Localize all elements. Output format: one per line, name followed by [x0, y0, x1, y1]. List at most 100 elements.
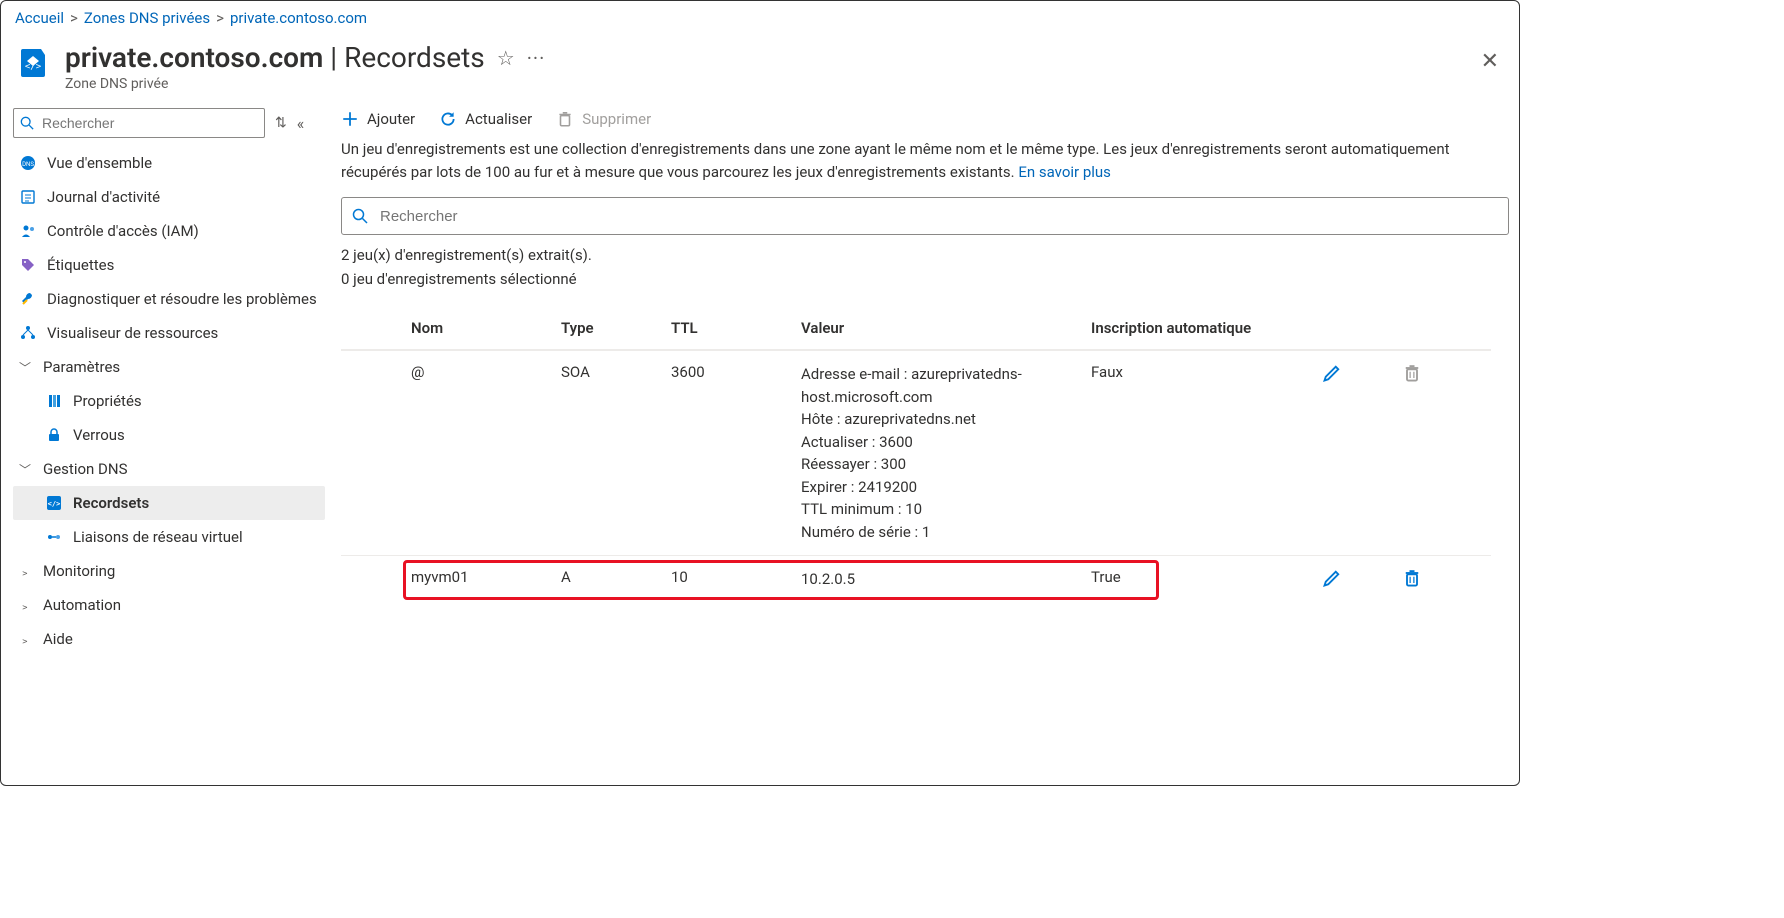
sidebar-item-overview[interactable]: DNS Vue d'ensemble [13, 146, 325, 180]
sidebar-item-activity-log[interactable]: Journal d'activité [13, 180, 325, 214]
records-selected-count: 0 jeu d'enregistrements sélectionné [341, 267, 1509, 291]
svg-text:</>: </> [25, 62, 42, 72]
breadcrumb-item-zones[interactable]: Zones DNS privées [84, 9, 210, 27]
sidebar-group-label: Monitoring [43, 562, 115, 580]
more-menu-icon[interactable]: ··· [527, 46, 546, 70]
add-button-label: Ajouter [367, 110, 415, 128]
people-icon [19, 223, 37, 239]
description-body: Un jeu d'enregistrements est une collect… [341, 140, 1450, 181]
sidebar-item-label: Contrôle d'accès (IAM) [47, 222, 199, 240]
chevron-down-icon: ﹀ [19, 461, 33, 478]
page-subtitle: Zone DNS privée [65, 76, 1505, 92]
sidebar-item-label: Visualiseur de ressources [47, 324, 218, 342]
sidebar-group-help[interactable]: ﹥ Aide [13, 622, 325, 656]
breadcrumb-separator: > [70, 9, 78, 27]
svg-text:DNS: DNS [22, 161, 34, 168]
sidebar-group-label: Paramètres [43, 358, 120, 376]
delete-button: Supprimer [556, 110, 651, 128]
records-search[interactable] [341, 197, 1509, 235]
close-button[interactable]: ✕ [1481, 49, 1499, 74]
sidebar-item-properties[interactable]: Propriétés [13, 384, 325, 418]
sidebar-item-tags[interactable]: Étiquettes [13, 248, 325, 282]
cell-auto: True [1091, 568, 1291, 586]
refresh-icon [439, 110, 457, 128]
cell-name: myvm01 [411, 568, 561, 586]
trash-icon [556, 110, 574, 128]
sidebar-item-iam[interactable]: Contrôle d'accès (IAM) [13, 214, 325, 248]
sidebar-item-recordsets[interactable]: </> Recordsets [13, 486, 325, 520]
sidebar-group-label: Automation [43, 596, 121, 614]
chevron-right-icon: ﹥ [19, 563, 33, 580]
plus-icon [341, 110, 359, 128]
sidebar-item-label: Journal d'activité [47, 188, 160, 206]
table-header-name[interactable]: Nom [411, 319, 561, 337]
learn-more-link[interactable]: En savoir plus [1018, 163, 1111, 181]
cell-name: @ [411, 363, 561, 381]
tag-icon [19, 257, 37, 273]
breadcrumb-item-home[interactable]: Accueil [15, 9, 64, 27]
cell-value: Adresse e-mail : azureprivatedns-host.mi… [801, 363, 1091, 543]
sidebar-item-label: Verrous [73, 426, 125, 444]
cell-type: A [561, 568, 671, 586]
breadcrumb-item-current[interactable]: private.contoso.com [230, 9, 367, 27]
table-header-type[interactable]: Type [561, 319, 671, 337]
chevron-right-icon: ﹥ [19, 597, 33, 614]
favorite-star-icon[interactable]: ☆ [497, 46, 515, 70]
table-row[interactable]: @SOA3600Adresse e-mail : azureprivatedns… [341, 350, 1491, 555]
sidebar-group-automation[interactable]: ﹥ Automation [13, 588, 325, 622]
table-header-ttl[interactable]: TTL [671, 319, 801, 337]
main-content: Ajouter Actualiser Supprimer Un jeu d'en… [333, 102, 1519, 656]
collapse-sidebar-icon[interactable]: « [297, 114, 305, 133]
delete-icon[interactable] [1402, 574, 1422, 592]
sidebar-group-parameters[interactable]: ﹀ Paramètres [13, 350, 325, 384]
sidebar-group-label: Gestion DNS [43, 460, 127, 478]
expand-collapse-icon[interactable]: ⇅ [275, 115, 287, 131]
page-title-separator: | [323, 41, 344, 74]
table-header-auto[interactable]: Inscription automatique [1091, 319, 1291, 337]
edit-icon[interactable] [1322, 574, 1342, 592]
table-row[interactable]: myvm01A1010.2.0.5True [341, 555, 1491, 604]
sidebar-item-label: Propriétés [73, 392, 142, 410]
records-search-input[interactable] [378, 207, 1498, 226]
cell-ttl: 3600 [671, 363, 801, 381]
sidebar-item-resource-visualizer[interactable]: Visualiseur de ressources [13, 316, 325, 350]
table-header-value[interactable]: Valeur [801, 319, 1091, 337]
wrench-icon [19, 291, 37, 307]
sidebar-item-label: Recordsets [73, 494, 149, 512]
breadcrumb-separator: > [216, 9, 224, 27]
sidebar-search[interactable] [13, 108, 265, 138]
page-header: </> private.contoso.com | Recordsets ☆ ·… [1, 31, 1519, 102]
sidebar-item-label: Liaisons de réseau virtuel [73, 528, 243, 546]
resource-icon: </> [15, 45, 51, 81]
delete-icon [1402, 369, 1422, 387]
search-icon [20, 116, 34, 130]
refresh-button[interactable]: Actualiser [439, 110, 532, 128]
sidebar-item-label: Étiquettes [47, 256, 114, 274]
sidebar-item-vnet-links[interactable]: Liaisons de réseau virtuel [13, 520, 325, 554]
add-button[interactable]: Ajouter [341, 110, 415, 128]
records-table: Nom Type TTL Valeur Inscription automati… [341, 307, 1491, 604]
vnet-link-icon [45, 529, 63, 545]
cell-ttl: 10 [671, 568, 801, 586]
page-title: private.contoso.com | Recordsets [65, 41, 485, 74]
chevron-down-icon: ﹀ [19, 359, 33, 376]
sidebar-item-label: Vue d'ensemble [47, 154, 152, 172]
sidebar-item-locks[interactable]: Verrous [13, 418, 325, 452]
sidebar-group-label: Aide [43, 630, 73, 648]
sidebar-search-input[interactable] [40, 114, 258, 132]
sidebar: ⇅ « DNS Vue d'ensemble Journal d'activit… [1, 102, 333, 656]
sidebar-item-diagnose[interactable]: Diagnostiquer et résoudre les problèmes [13, 282, 325, 316]
dns-icon: DNS [19, 155, 37, 171]
log-icon [19, 189, 37, 205]
search-icon [352, 208, 368, 224]
sidebar-group-dns-management[interactable]: ﹀ Gestion DNS [13, 452, 325, 486]
recordsets-icon: </> [45, 495, 63, 511]
page-title-sub: Recordsets [344, 41, 485, 74]
delete-button-label: Supprimer [582, 110, 651, 128]
sidebar-item-label: Diagnostiquer et résoudre les problèmes [47, 290, 317, 308]
description-text: Un jeu d'enregistrements est une collect… [341, 138, 1461, 183]
cell-value: 10.2.0.5 [801, 568, 1091, 591]
edit-icon[interactable] [1322, 369, 1342, 387]
records-count: 2 jeu(x) d'enregistrement(s) extrait(s). [341, 243, 1509, 267]
sidebar-group-monitoring[interactable]: ﹥ Monitoring [13, 554, 325, 588]
